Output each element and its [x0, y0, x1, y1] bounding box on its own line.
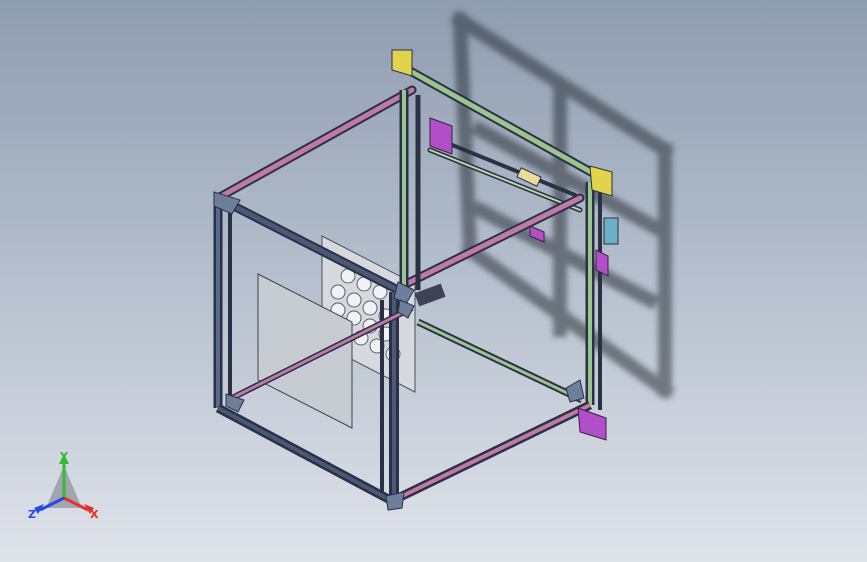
orientation-triad[interactable]: Y X Z: [28, 450, 100, 522]
z-axis-label: Z: [28, 508, 36, 521]
cad-viewport[interactable]: [0, 0, 867, 562]
y-axis-label: Y: [59, 450, 69, 463]
x-axis-label: X: [90, 508, 99, 521]
